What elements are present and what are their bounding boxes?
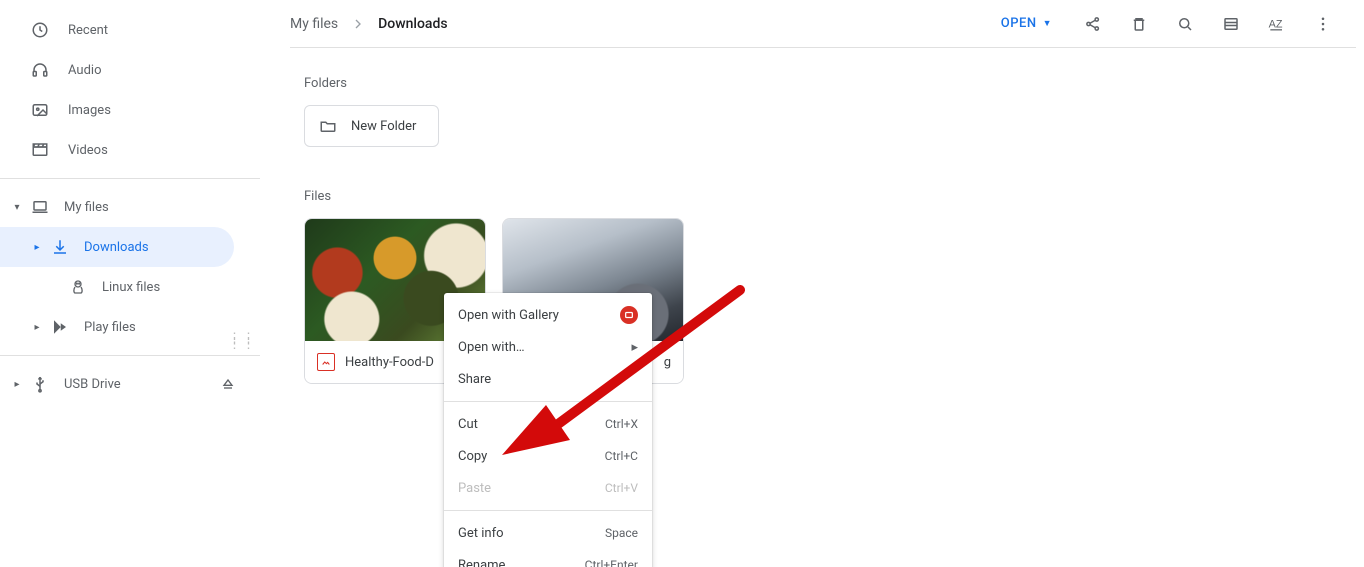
divider xyxy=(444,510,652,511)
file-name: g xyxy=(664,355,671,370)
svg-text:AZ: AZ xyxy=(1269,18,1283,30)
open-button[interactable]: OPEN ▼ xyxy=(1001,16,1052,31)
breadcrumb-current[interactable]: Downloads xyxy=(378,16,447,32)
file-name: Healthy-Food-D xyxy=(345,355,434,370)
context-menu: Open with Gallery Open with… ▸ Share Cut… xyxy=(444,293,652,567)
sidebar-item-audio[interactable]: Audio xyxy=(0,50,260,90)
search-icon[interactable] xyxy=(1175,14,1195,34)
sidebar-item-label: Downloads xyxy=(84,240,149,255)
content-area: Folders New Folder Files Healthy-Food-D xyxy=(260,48,1364,384)
ctx-label: Open with Gallery xyxy=(458,308,620,323)
folder-icon xyxy=(319,117,337,135)
chevron-right-icon: ▸ xyxy=(28,242,46,253)
sidebar-item-label: My files xyxy=(64,200,109,215)
divider xyxy=(0,355,260,356)
sidebar-item-myfiles[interactable]: ▾ My files xyxy=(0,187,260,227)
sort-icon[interactable]: AZ xyxy=(1267,14,1287,34)
ctx-copy[interactable]: Copy Ctrl+C xyxy=(444,440,652,472)
ctx-label: Open with… xyxy=(458,340,631,355)
main-panel: My files Downloads OPEN ▼ xyxy=(260,0,1364,567)
sidebar-item-label: Images xyxy=(68,103,111,118)
sidebar: Recent Audio Images Videos ▾ My xyxy=(0,0,260,567)
sidebar-item-images[interactable]: Images xyxy=(0,90,260,130)
linux-icon xyxy=(68,277,88,297)
drag-handle-icon[interactable]: ⋮⋮⋮⋮ xyxy=(228,336,256,348)
open-button-label: OPEN xyxy=(1001,16,1037,31)
ctx-label: Paste xyxy=(458,481,605,496)
clapper-icon xyxy=(30,140,50,160)
ctx-label: Cut xyxy=(458,417,605,432)
image-file-icon xyxy=(317,353,335,371)
ctx-rename[interactable]: Rename Ctrl+Enter xyxy=(444,549,652,567)
laptop-icon xyxy=(30,197,50,217)
sidebar-item-label: Recent xyxy=(68,23,108,38)
ctx-open-with[interactable]: Open with… ▸ xyxy=(444,331,652,363)
ctx-shortcut: Ctrl+X xyxy=(605,417,638,431)
chevron-right-icon: ▸ xyxy=(631,340,638,355)
ctx-label: Copy xyxy=(458,449,605,464)
clock-icon xyxy=(30,20,50,40)
more-icon[interactable] xyxy=(1313,14,1333,34)
ctx-shortcut: Ctrl+C xyxy=(605,449,638,463)
ctx-getinfo[interactable]: Get info Space xyxy=(444,517,652,549)
share-icon[interactable] xyxy=(1083,14,1103,34)
ctx-shortcut: Space xyxy=(605,526,638,540)
chevron-down-icon: ▾ xyxy=(8,202,26,213)
sidebar-item-videos[interactable]: Videos xyxy=(0,130,260,170)
divider xyxy=(444,401,652,402)
image-icon xyxy=(30,100,50,120)
delete-icon[interactable] xyxy=(1129,14,1149,34)
sidebar-item-recent[interactable]: Recent xyxy=(0,10,260,50)
ctx-label: Get info xyxy=(458,526,605,541)
folder-card-newfolder[interactable]: New Folder xyxy=(304,105,439,147)
sidebar-item-label: Audio xyxy=(68,63,101,78)
ctx-label: Share xyxy=(458,372,638,387)
sidebar-item-label: Linux files xyxy=(102,280,160,295)
ctx-open-gallery[interactable]: Open with Gallery xyxy=(444,299,652,331)
divider xyxy=(0,178,260,179)
chevron-down-icon: ▼ xyxy=(1043,18,1052,29)
breadcrumb-root[interactable]: My files xyxy=(290,16,338,32)
folders-heading: Folders xyxy=(304,76,1364,91)
sidebar-item-label: Play files xyxy=(84,320,136,335)
eject-icon[interactable] xyxy=(220,376,236,392)
files-heading: Files xyxy=(304,189,1364,204)
folder-name: New Folder xyxy=(351,119,416,134)
ctx-label: Rename xyxy=(458,558,585,567)
download-icon xyxy=(50,237,70,257)
chevron-right-icon: ▸ xyxy=(8,379,26,390)
gallery-app-icon xyxy=(620,306,638,324)
sidebar-item-usb[interactable]: ▸ USB Drive xyxy=(0,364,260,404)
headphones-icon xyxy=(30,60,50,80)
ctx-shortcut: Ctrl+V xyxy=(605,481,638,495)
play-icon xyxy=(50,317,70,337)
sidebar-item-label: USB Drive xyxy=(64,377,121,392)
chevron-right-icon xyxy=(350,16,366,32)
sidebar-item-playfiles[interactable]: ▸ Play files xyxy=(0,307,260,347)
ctx-cut[interactable]: Cut Ctrl+X xyxy=(444,408,652,440)
sidebar-item-label: Videos xyxy=(68,143,108,158)
chevron-right-icon: ▸ xyxy=(28,322,46,333)
view-list-icon[interactable] xyxy=(1221,14,1241,34)
ctx-paste: Paste Ctrl+V xyxy=(444,472,652,504)
ctx-share[interactable]: Share xyxy=(444,363,652,395)
ctx-shortcut: Ctrl+Enter xyxy=(585,558,638,567)
sidebar-item-downloads[interactable]: ▸ Downloads xyxy=(0,227,234,267)
usb-icon xyxy=(30,374,50,394)
breadcrumb: My files Downloads xyxy=(290,16,448,32)
sidebar-item-linux[interactable]: Linux files xyxy=(0,267,260,307)
toolbar: My files Downloads OPEN ▼ xyxy=(290,0,1356,48)
